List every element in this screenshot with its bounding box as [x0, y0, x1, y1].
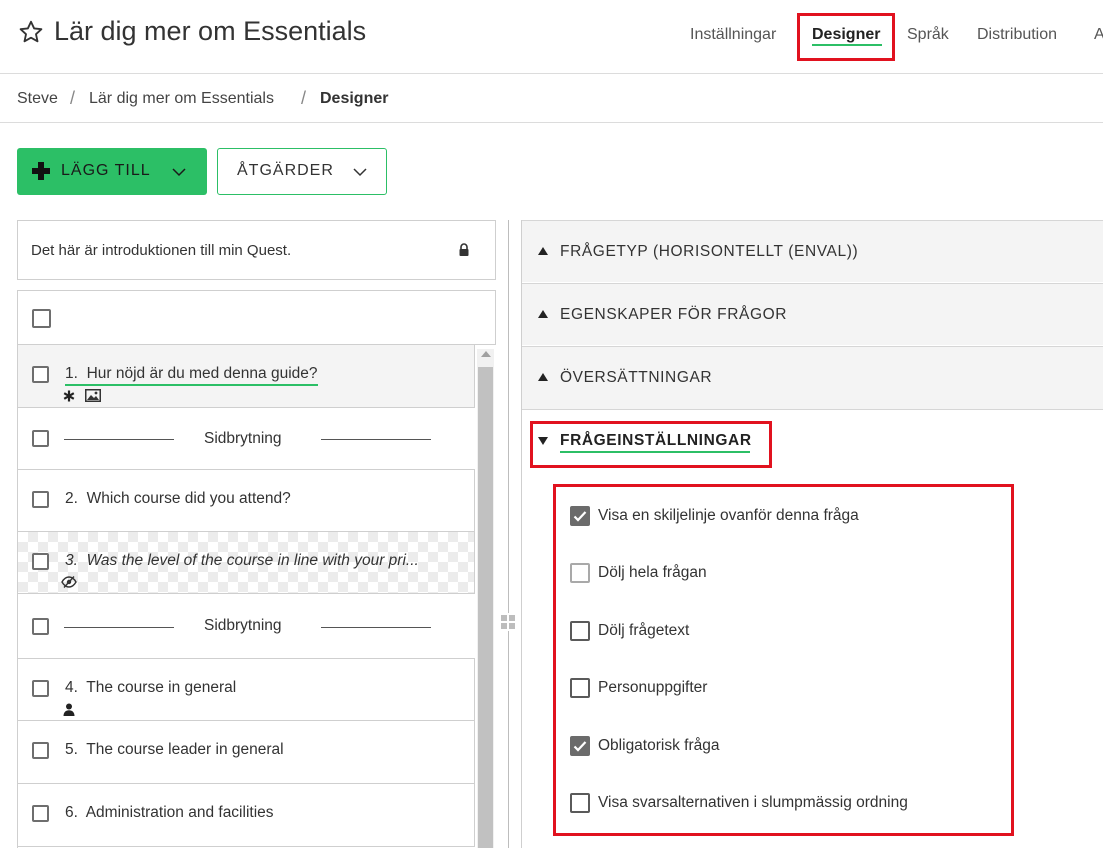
section-translations[interactable]: ÖVERSÄTTNINGAR: [522, 346, 1103, 410]
select-all-row: [17, 290, 496, 345]
section-question-type[interactable]: FRÅGETYP (HORISONTELLT (ENVAL)): [522, 220, 1103, 282]
section-label: ÖVERSÄTTNINGAR: [560, 369, 713, 386]
breadcrumb-separator: /: [301, 88, 307, 108]
actions-button[interactable]: ÅTGÄRDER: [217, 148, 387, 195]
page-break-row[interactable]: Sidbrytning: [18, 594, 475, 658]
intro-text: Det här är introduktionen till min Quest…: [31, 242, 292, 259]
triangle-up-icon: [538, 373, 548, 381]
list-item-q3[interactable]: 3. Was the level of the course in line w…: [18, 532, 475, 594]
question-checkbox[interactable]: [32, 491, 49, 508]
page-break-label: Sidbrytning: [204, 430, 282, 447]
app-header: Lär dig mer om Essentials Inställningar …: [0, 0, 1103, 74]
question-text: 1. Hur nöjd är du med denna guide?: [65, 365, 318, 386]
page-break-checkbox[interactable]: [32, 430, 49, 447]
hidden-eye-icon: [61, 576, 77, 588]
question-number: 5.: [65, 741, 78, 758]
asterisk-icon: [63, 390, 75, 402]
question-label: Hur nöjd är du med denna guide?: [86, 365, 318, 382]
breadcrumb-current: Designer: [320, 90, 389, 107]
section-label: EGENSKAPER FÖR FRÅGOR: [560, 306, 788, 323]
person-icon: [63, 703, 75, 716]
actions-button-label: ÅTGÄRDER: [237, 162, 334, 179]
lock-icon: [459, 243, 469, 256]
tab-distribution[interactable]: Distribution: [977, 26, 1057, 44]
page-break-line-left: [64, 627, 174, 628]
list-item-q5[interactable]: 5. The course leader in general: [18, 721, 475, 784]
plus-icon: [32, 162, 50, 180]
intro-item[interactable]: Det här är introduktionen till min Quest…: [17, 220, 496, 280]
image-icon: [85, 389, 101, 402]
properties-panel: FRÅGETYP (HORISONTELLT (ENVAL)) EGENSKAP…: [521, 220, 1103, 848]
designer-tab-highlight: [797, 13, 895, 61]
options-highlight: [553, 484, 1014, 836]
list-item-q1[interactable]: 1. Hur nöjd är du med denna guide?: [18, 345, 475, 408]
panel-splitter[interactable]: [508, 220, 509, 848]
page-title: Lär dig mer om Essentials: [54, 16, 367, 46]
question-checkbox[interactable]: [32, 366, 49, 383]
breadcrumb-survey[interactable]: Lär dig mer om Essentials: [89, 90, 274, 108]
chevron-down-icon: [172, 168, 186, 177]
page-break-row[interactable]: Sidbrytning: [18, 408, 475, 469]
question-number: 1.: [65, 365, 78, 382]
chevron-down-icon: [353, 168, 367, 177]
question-text: 4. The course in general: [65, 679, 236, 697]
breadcrumb-separator: /: [70, 88, 76, 108]
question-number: 6.: [65, 804, 78, 821]
question-number: 3.: [65, 552, 78, 569]
question-number: 4.: [65, 679, 78, 696]
list-item-q4[interactable]: 4. The course in general: [18, 658, 475, 721]
section-question-properties[interactable]: EGENSKAPER FÖR FRÅGOR: [522, 283, 1103, 345]
select-all-checkbox[interactable]: [32, 309, 51, 328]
page-break-line-right: [321, 439, 431, 440]
question-number: 2.: [65, 490, 78, 507]
scroll-thumb[interactable]: [478, 367, 493, 848]
list-scrollbar[interactable]: [477, 349, 494, 848]
breadcrumb-steve[interactable]: Steve: [17, 90, 58, 108]
section-label: FRÅGETYP (HORISONTELLT (ENVAL)): [560, 243, 859, 260]
question-text: 6. Administration and facilities: [65, 804, 274, 822]
page-break-label: Sidbrytning: [204, 617, 282, 634]
breadcrumb: Steve / Lär dig mer om Essentials / Desi…: [0, 74, 1103, 123]
question-text: 5. The course leader in general: [65, 741, 284, 759]
question-label: Administration and facilities: [85, 804, 274, 821]
page-break-line-right: [321, 627, 431, 628]
question-text: 2. Which course did you attend?: [65, 490, 291, 508]
list-item-q6[interactable]: 6. Administration and facilities: [18, 784, 475, 847]
question-checkbox[interactable]: [32, 805, 49, 822]
question-label: The course in general: [86, 679, 237, 696]
add-button-label: LÄGG TILL: [61, 162, 151, 179]
question-checkbox[interactable]: [32, 680, 49, 697]
drag-handle-icon[interactable]: [500, 613, 516, 631]
question-text: 3. Was the level of the course in line w…: [65, 552, 470, 570]
tab-more[interactable]: A: [1094, 26, 1103, 44]
settings-section-highlight: [530, 421, 772, 468]
add-button[interactable]: LÄGG TILL: [17, 148, 207, 195]
question-label: Which course did you attend?: [86, 490, 291, 507]
question-checkbox[interactable]: [32, 553, 49, 570]
list-item-q2[interactable]: 2. Which course did you attend?: [18, 469, 475, 532]
question-label: Was the level of the course in line with…: [86, 552, 419, 569]
triangle-up-icon: [538, 310, 548, 318]
scroll-up-arrow-icon[interactable]: [481, 351, 491, 357]
page-break-checkbox[interactable]: [32, 618, 49, 635]
question-checkbox[interactable]: [32, 742, 49, 759]
page-break-line-left: [64, 439, 174, 440]
tab-settings[interactable]: Inställningar: [690, 26, 776, 44]
triangle-up-icon: [538, 247, 548, 255]
question-list: 1. Hur nöjd är du med denna guide? Sidbr…: [17, 345, 476, 848]
question-label: The course leader in general: [86, 741, 284, 758]
tab-language[interactable]: Språk: [907, 26, 949, 44]
star-icon[interactable]: [18, 19, 44, 45]
